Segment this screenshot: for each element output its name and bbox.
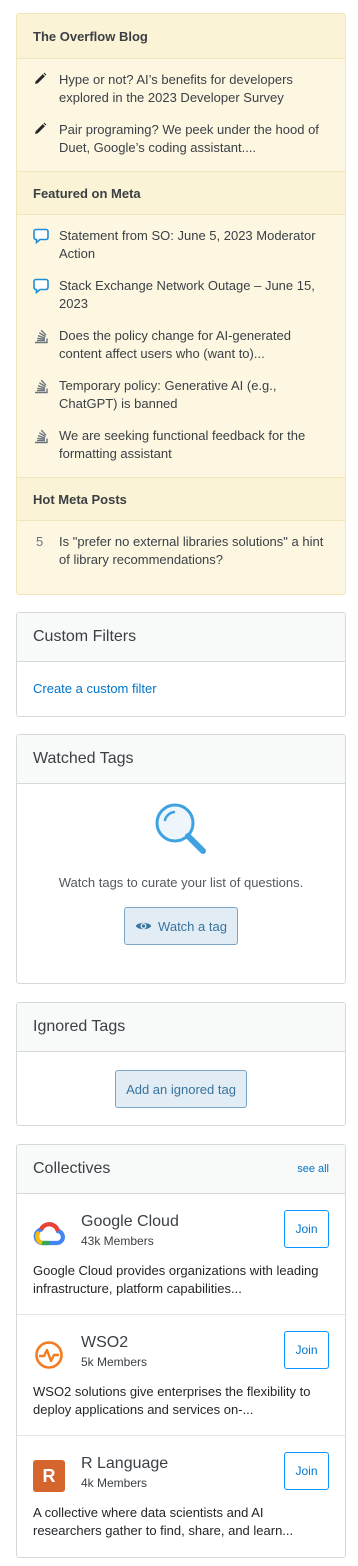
meta-item-link[interactable]: Stack Exchange Network Outage – June 15,… [59, 277, 329, 313]
watched-tags-header: Watched Tags [17, 735, 345, 784]
eye-icon [135, 920, 152, 932]
collective-members: 4k Members [81, 1476, 148, 1490]
hot-meta-count: 5 [36, 534, 44, 549]
chat-bubble-icon [33, 227, 59, 263]
meta-item[interactable]: Does the policy change for AI-generated … [17, 327, 345, 363]
collective-members: 43k Members [81, 1234, 154, 1248]
chat-bubble-icon [33, 277, 59, 313]
meta-item-link[interactable]: Temporary policy: Generative AI (e.g., C… [59, 377, 329, 413]
collective-description: Google Cloud provides organizations with… [33, 1263, 319, 1296]
watch-a-tag-label: Watch a tag [158, 918, 227, 934]
wso2-logo-icon[interactable] [33, 1339, 65, 1371]
meta-item[interactable]: Statement from SO: June 5, 2023 Moderato… [17, 227, 345, 263]
ignored-tags-title: Ignored Tags [33, 1018, 126, 1035]
blog-item[interactable]: Hype or not? AI’s benefits for developer… [17, 71, 345, 107]
join-button[interactable]: Join [284, 1452, 329, 1490]
meta-item-link[interactable]: We are seeking functional feedback for t… [59, 427, 329, 463]
meta-item[interactable]: Temporary policy: Generative AI (e.g., C… [17, 377, 345, 413]
collective-description: WSO2 solutions give enterprises the flex… [33, 1384, 311, 1417]
collective-name[interactable]: Google Cloud [81, 1212, 284, 1232]
create-custom-filter-link[interactable]: Create a custom filter [33, 681, 157, 696]
collectives-header: Collectives see all [17, 1145, 345, 1194]
watched-tags-title: Watched Tags [33, 750, 134, 767]
add-ignored-tag-button[interactable]: Add an ignored tag [115, 1070, 247, 1108]
collective-members: 5k Members [81, 1355, 148, 1369]
blog-item-link[interactable]: Hype or not? AI’s benefits for developer… [59, 71, 329, 107]
r-logo-letter: R [42, 1465, 56, 1486]
overflow-blog-header: The Overflow Blog [17, 14, 345, 59]
overflow-blog-title: The Overflow Blog [33, 28, 148, 44]
meta-item-link[interactable]: Does the policy change for AI-generated … [59, 327, 329, 363]
join-button[interactable]: Join [284, 1210, 329, 1248]
ignored-tags-widget: Ignored Tags Add an ignored tag [16, 1002, 346, 1126]
featured-meta-title: Featured on Meta [33, 185, 141, 201]
collective-name[interactable]: WSO2 [81, 1333, 284, 1353]
stack-icon [33, 427, 59, 463]
hot-meta-item[interactable]: 5 Is "prefer no external libraries solut… [17, 533, 345, 569]
magnifier-icon [33, 800, 329, 864]
stack-icon [33, 377, 59, 413]
meta-item-link[interactable]: Statement from SO: June 5, 2023 Moderato… [59, 227, 329, 263]
watched-tags-widget: Watched Tags Watch tags to curate your l… [16, 734, 346, 984]
hot-meta-link[interactable]: Is "prefer no external libraries solutio… [59, 533, 329, 569]
hot-meta-title: Hot Meta Posts [33, 491, 127, 507]
hot-meta-header: Hot Meta Posts [17, 477, 345, 521]
collectives-widget: Collectives see all Google Cloud 43k Mem… [16, 1144, 346, 1558]
collective-item: Google Cloud 43k Members Join Google Clo… [17, 1194, 345, 1315]
watched-tags-empty-state: Watch tags to curate your list of questi… [17, 784, 345, 945]
r-language-logo-icon[interactable]: R [33, 1460, 65, 1492]
stack-icon [33, 327, 59, 363]
collectives-title: Collectives [33, 1160, 111, 1177]
custom-filters-header: Custom Filters [17, 613, 345, 662]
pencil-icon [33, 71, 59, 107]
collective-description: A collective where data scientists and A… [33, 1505, 294, 1538]
meta-item[interactable]: We are seeking functional feedback for t… [17, 427, 345, 463]
collective-item: WSO2 5k Members Join WSO2 solutions give… [17, 1315, 345, 1436]
join-button[interactable]: Join [284, 1331, 329, 1369]
featured-meta-header: Featured on Meta [17, 171, 345, 215]
meta-item[interactable]: Stack Exchange Network Outage – June 15,… [17, 277, 345, 313]
collective-item: R R Language 4k Members Join A collectiv… [17, 1436, 345, 1557]
google-cloud-logo-icon[interactable] [33, 1218, 65, 1250]
custom-filters-widget: Custom Filters Create a custom filter [16, 612, 346, 717]
blog-sidebar-widget: The Overflow Blog Hype or not? AI’s bene… [16, 13, 346, 595]
ignored-tags-header: Ignored Tags [17, 1003, 345, 1052]
collective-name[interactable]: R Language [81, 1454, 284, 1474]
blog-item-link[interactable]: Pair programing? We peek under the hood … [59, 121, 329, 157]
custom-filters-title: Custom Filters [33, 628, 137, 645]
pencil-icon [33, 121, 59, 157]
watch-a-tag-button[interactable]: Watch a tag [124, 907, 238, 945]
see-all-collectives-link[interactable]: see all [297, 1163, 329, 1175]
watched-tags-message: Watch tags to curate your list of questi… [58, 875, 304, 890]
blog-item[interactable]: Pair programing? We peek under the hood … [17, 121, 345, 157]
